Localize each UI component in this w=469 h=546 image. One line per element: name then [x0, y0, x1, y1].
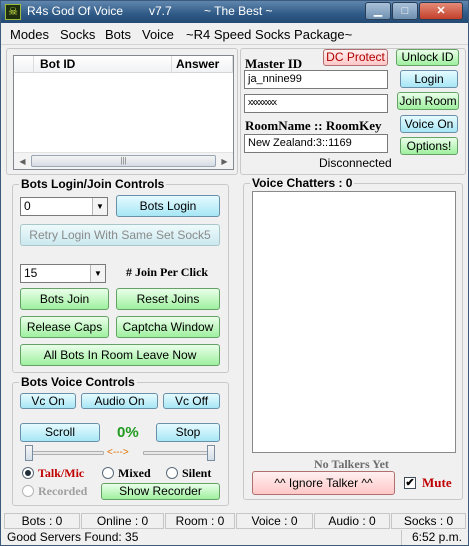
status-online: Online : 0: [81, 513, 164, 529]
vc-on-button[interactable]: Vc On: [20, 393, 76, 409]
dropdown-arrow-icon[interactable]: ▼: [92, 198, 107, 215]
ignore-talker-button[interactable]: ^^ Ignore Talker ^^: [252, 471, 395, 495]
voice-chatters-title: Voice Chatters : 0: [250, 176, 355, 190]
mute-label[interactable]: Mute: [422, 475, 452, 491]
horizontal-scrollbar[interactable]: ◀ ||| ▶: [14, 152, 233, 169]
menu-socks[interactable]: Socks: [60, 27, 95, 42]
menu-modes[interactable]: Modes: [10, 27, 49, 42]
voice-chatters-list[interactable]: [252, 191, 456, 453]
checkmark-icon: ✔: [405, 477, 415, 489]
mixed-label[interactable]: Mixed: [118, 466, 151, 481]
title-bar[interactable]: ☠ R4s God Of Voice v7.7 ~ The Best ~ ▁ □…: [1, 1, 468, 23]
room-name-key-label: RoomName :: RoomKey: [245, 118, 382, 133]
vc-off-button[interactable]: Vc Off: [163, 393, 220, 409]
swap-arrows-icon: <--->: [107, 447, 129, 458]
mixed-radio[interactable]: [102, 467, 114, 479]
options-button[interactable]: Options!: [400, 137, 458, 155]
menu-speed-socks-package[interactable]: ~R4 Speed Socks Package~: [186, 27, 352, 42]
header-answer[interactable]: Answer: [172, 56, 233, 73]
left-slider-thumb[interactable]: [25, 445, 33, 461]
bots-login-title: Bots Login/Join Controls: [19, 177, 167, 191]
bot-list-header: Bot ID Answer: [14, 56, 233, 73]
status-bots: Bots : 0: [4, 513, 80, 529]
room-name-key-field[interactable]: New Zealand:3::1169: [244, 134, 388, 153]
close-icon: ✕: [436, 5, 446, 17]
join-per-click-label: # Join Per Click: [126, 265, 209, 279]
reset-joins-button[interactable]: Reset Joins: [116, 288, 220, 310]
bots-login-combo-value: 0: [24, 199, 31, 213]
audio-on-button[interactable]: Audio On: [81, 393, 158, 409]
good-servers-found: Good Servers Found: 35: [7, 530, 139, 544]
release-caps-button[interactable]: Release Caps: [20, 316, 109, 338]
app-window: ☠ R4s God Of Voice v7.7 ~ The Best ~ ▁ □…: [0, 0, 469, 546]
close-button[interactable]: ✕: [419, 2, 463, 20]
talk-mic-label[interactable]: Talk/Mic: [38, 466, 84, 481]
recorded-radio[interactable]: [22, 485, 34, 497]
minimize-icon: ▁: [373, 5, 383, 17]
mute-checkbox[interactable]: ✔: [404, 477, 416, 489]
password-field[interactable]: xxxxxxxx: [244, 94, 388, 113]
bots-join-button[interactable]: Bots Join: [20, 288, 109, 310]
unlock-id-button[interactable]: Unlock ID: [396, 49, 459, 66]
join-per-click-combo-value: 15: [24, 266, 38, 280]
master-id-field[interactable]: ja_nnine99: [244, 70, 388, 89]
maximize-button[interactable]: □: [392, 2, 418, 20]
window-title: R4s God Of Voice: [27, 4, 124, 18]
connection-status: Disconnected: [319, 156, 392, 170]
silent-label[interactable]: Silent: [182, 466, 211, 481]
bot-list-table[interactable]: Bot ID Answer ◀ ||| ▶: [13, 55, 234, 170]
status-audio: Audio : 0: [314, 513, 390, 529]
recorded-label[interactable]: Recorded: [38, 484, 87, 499]
menu-bar: Modes Socks Bots Voice ~R4 Speed Socks P…: [1, 24, 468, 45]
menu-voice[interactable]: Voice: [142, 27, 174, 42]
login-button[interactable]: Login: [400, 70, 458, 88]
bots-voice-title: Bots Voice Controls: [19, 375, 137, 389]
talk-mic-radio[interactable]: [22, 467, 34, 479]
progress-percent: 0%: [117, 424, 139, 441]
stop-button[interactable]: Stop: [156, 423, 220, 442]
scroll-left-icon[interactable]: ◀: [15, 154, 30, 169]
left-slider-track[interactable]: [26, 451, 104, 455]
scroll-right-icon[interactable]: ▶: [217, 154, 232, 169]
skull-icon: ☠: [5, 4, 21, 20]
dc-protect-button[interactable]: DC Protect: [323, 49, 388, 66]
clock: 6:52 p.m.: [401, 530, 466, 545]
retry-login-button[interactable]: Retry Login With Same Set Sock5: [20, 224, 220, 246]
window-version: v7.7: [149, 4, 172, 18]
join-per-click-combo[interactable]: 15 ▼: [20, 264, 106, 283]
no-talkers-label: No Talkers Yet: [314, 457, 389, 471]
minimize-button[interactable]: ▁: [365, 2, 391, 20]
status-room: Room : 0: [165, 513, 235, 529]
window-tagline: ~ The Best ~: [204, 4, 273, 18]
maximize-icon: □: [401, 5, 409, 17]
silent-radio[interactable]: [166, 467, 178, 479]
all-bots-leave-button[interactable]: All Bots In Room Leave Now: [20, 344, 220, 366]
header-blank-column: [14, 56, 34, 73]
bots-login-button[interactable]: Bots Login: [116, 195, 220, 217]
status-voice: Voice : 0: [236, 513, 313, 529]
status-socks: Socks : 0: [391, 513, 466, 529]
show-recorder-button[interactable]: Show Recorder: [101, 483, 220, 500]
scroll-button[interactable]: Scroll: [20, 423, 100, 442]
bots-login-combo[interactable]: 0 ▼: [20, 197, 108, 216]
scrollbar-thumb[interactable]: |||: [31, 155, 216, 167]
right-slider-track[interactable]: [143, 451, 213, 455]
voice-on-button[interactable]: Voice On: [400, 115, 458, 133]
captcha-window-button[interactable]: Captcha Window: [116, 316, 220, 338]
menu-bots[interactable]: Bots: [105, 27, 131, 42]
right-slider-thumb[interactable]: [207, 445, 215, 461]
dropdown-arrow-icon[interactable]: ▼: [90, 265, 105, 282]
join-room-button[interactable]: Join Room: [397, 92, 459, 110]
header-bot-id[interactable]: Bot ID: [34, 56, 172, 73]
